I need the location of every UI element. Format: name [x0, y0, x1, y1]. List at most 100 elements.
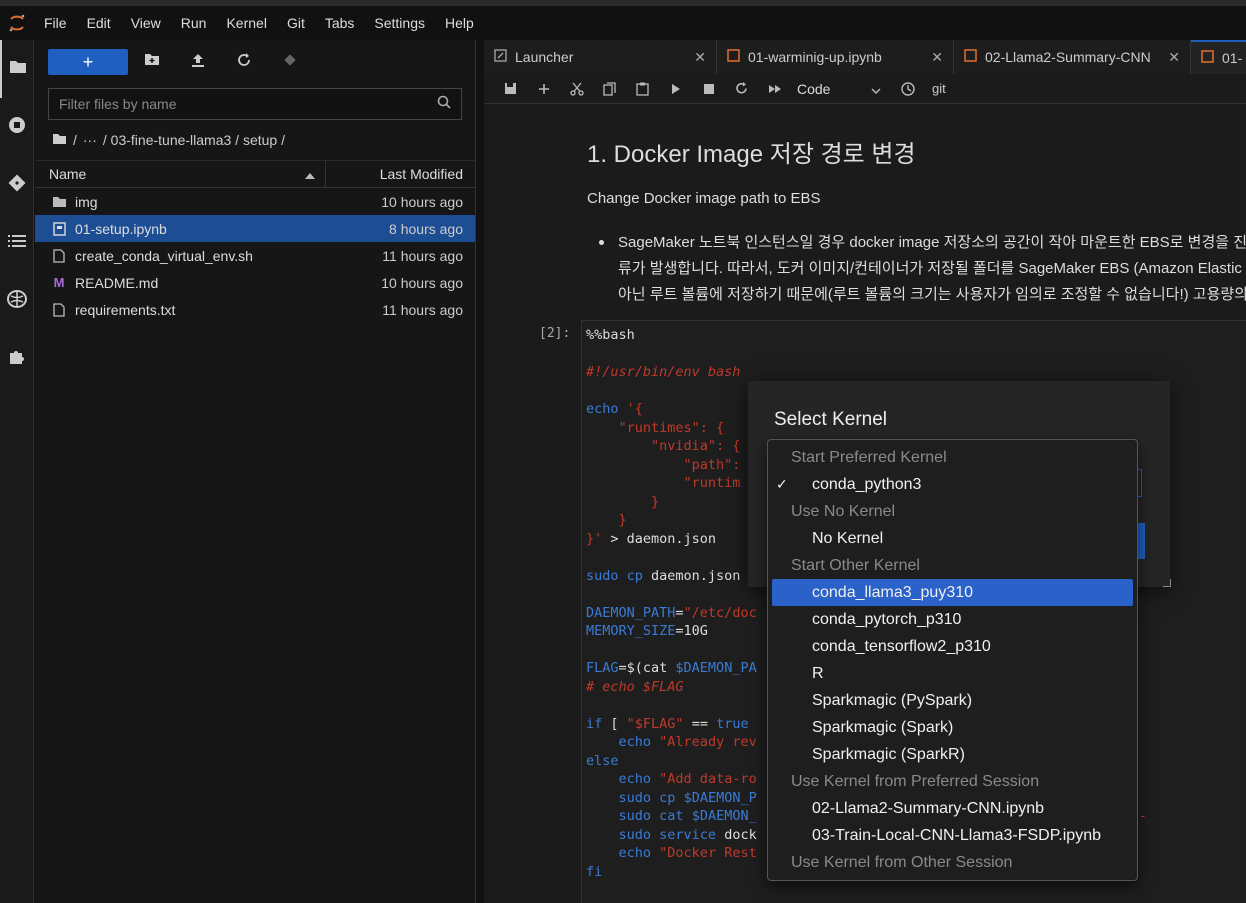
puzzle-icon [8, 348, 26, 371]
launcher-icon [494, 49, 507, 65]
option-conda-python3[interactable]: ✓ conda_python3 [772, 471, 1133, 498]
extensions-tab[interactable] [0, 330, 34, 388]
tab-label: 02-Llama2-Summary-CNN [985, 49, 1151, 65]
menu-file[interactable]: File [34, 6, 77, 40]
close-tab-icon[interactable]: ✕ [694, 49, 706, 66]
breadcrumb-path[interactable]: / 03-fine-tune-llama3 / setup / [103, 132, 285, 148]
menu-run[interactable]: Run [171, 6, 217, 40]
tab-warming-up[interactable]: 01-warminig-up.ipynb ✕ [717, 40, 954, 74]
code-line: else [586, 752, 619, 769]
paste-button[interactable] [626, 74, 659, 104]
file-row-readme[interactable]: M README.md 10 hours ago [35, 269, 475, 296]
option-sparkmagic-spark[interactable]: Sparkmagic (Spark) [772, 714, 1133, 741]
menu-settings[interactable]: Settings [364, 6, 435, 40]
bullet-line: 아닌 루트 볼륨에 저장하기 때문에(루트 볼륨의 크기는 사용자가 임의로 조… [618, 286, 1246, 303]
option-session-train-local[interactable]: 03-Train-Local-CNN-Llama3-FSDP.ipynb [772, 822, 1133, 849]
toc-tab[interactable] [0, 214, 34, 272]
code-line: "nvidia": { [586, 438, 741, 454]
run-all-button[interactable] [758, 74, 791, 104]
file-row-img[interactable]: img 10 hours ago [35, 188, 475, 215]
root-folder-icon[interactable] [52, 132, 67, 148]
save-button[interactable] [494, 74, 527, 104]
refresh-button[interactable] [221, 49, 267, 75]
menu-view[interactable]: View [121, 6, 171, 40]
git-clone-button[interactable] [267, 49, 313, 75]
close-tab-icon[interactable]: ✕ [1168, 49, 1180, 66]
option-conda-llama3-puy310[interactable]: conda_llama3_puy310 [772, 579, 1133, 606]
code-line: # echo $FLAG [586, 678, 684, 695]
new-launcher-button[interactable]: + [48, 49, 128, 75]
tab-current-notebook[interactable]: 01- [1191, 40, 1246, 74]
file-row-create-conda[interactable]: create_conda_virtual_env.sh 11 hours ago [35, 242, 475, 269]
file-browser-toolbar: + [35, 40, 475, 84]
group-start-other-kernel: Start Other Kernel [791, 557, 920, 574]
option-conda-tensorflow2-p310[interactable]: conda_tensorflow2_p310 [772, 633, 1133, 660]
cell-type-select[interactable]: Code [791, 81, 881, 97]
tab-llama2-summary[interactable]: 02-Llama2-Summary-CNN ✕ [954, 40, 1191, 74]
modified-column-header[interactable]: Last Modified [326, 166, 475, 182]
file-modified: 8 hours ago [389, 220, 463, 237]
stop-button[interactable] [692, 74, 725, 104]
breadcrumb-ellipsis[interactable]: ··· [83, 132, 97, 148]
menu-tabs[interactable]: Tabs [315, 6, 365, 40]
cut-button[interactable] [560, 74, 593, 104]
brain-icon [7, 289, 27, 313]
group-preferred-session: Use Kernel from Preferred Session [791, 773, 1040, 790]
upload-button[interactable] [175, 49, 221, 75]
file-row-01-setup[interactable]: 01-setup.ipynb 8 hours ago [35, 215, 475, 242]
tab-bar: Launcher ✕ 01-warminig-up.ipynb ✕ 02-Lla… [484, 40, 1246, 74]
resize-handle[interactable] [1163, 579, 1171, 587]
folder-icon [9, 59, 27, 79]
name-column-label: Name [49, 166, 87, 182]
menu-kernel[interactable]: Kernel [216, 6, 276, 40]
running-tab[interactable] [0, 98, 34, 156]
tab-label: Launcher [515, 49, 574, 65]
code-line: }' > daemon.json [586, 530, 717, 547]
option-conda-pytorch-p310[interactable]: conda_pytorch_p310 [772, 606, 1133, 633]
bullet-dot [599, 240, 604, 245]
insert-cell-button[interactable] [527, 74, 560, 104]
file-modified: 11 hours ago [382, 247, 463, 264]
code-line: echo "Docker Rest [618, 845, 757, 861]
option-session-llama2-summary[interactable]: 02-Llama2-Summary-CNN.ipynb [772, 795, 1133, 822]
cell-type-value: Code [797, 80, 831, 97]
name-column-header[interactable]: Name [35, 161, 326, 187]
code-line: echo '{ [586, 401, 643, 417]
breadcrumb: / ··· / 03-fine-tune-llama3 / setup / [35, 120, 475, 160]
close-tab-icon[interactable]: ✕ [931, 49, 943, 66]
code-line: } [586, 512, 627, 528]
dialog-title: Select Kernel [774, 409, 888, 430]
option-sparkmagic-sparkr[interactable]: Sparkmagic (SparkR) [772, 741, 1133, 768]
menu-edit[interactable]: Edit [77, 6, 121, 40]
code-line: %%bash [586, 327, 635, 343]
tab-launcher[interactable]: Launcher ✕ [484, 40, 717, 74]
activity-bar [0, 40, 34, 903]
file-modified: 11 hours ago [382, 301, 463, 318]
file-browser-tab[interactable] [0, 40, 34, 98]
ai-tab[interactable] [0, 272, 34, 330]
option-no-kernel[interactable]: No Kernel [772, 525, 1133, 552]
new-folder-button[interactable] [129, 49, 175, 75]
code-line: #!/usr/bin/env bash [586, 364, 741, 380]
code-line: if [ "$FLAG" == true [586, 715, 749, 732]
git-label[interactable]: git [932, 81, 946, 96]
restart-button[interactable] [725, 74, 758, 104]
option-sparkmagic-pyspark[interactable]: Sparkmagic (PySpark) [772, 687, 1133, 714]
file-icon [51, 248, 67, 264]
copy-button[interactable] [593, 74, 626, 104]
group-use-no-kernel: Use No Kernel [791, 503, 896, 520]
menu-git[interactable]: Git [277, 6, 315, 40]
filter-files-input[interactable] [59, 96, 419, 112]
file-row-requirements[interactable]: requirements.txt 11 hours ago [35, 296, 475, 323]
run-button[interactable] [659, 74, 692, 104]
code-line: "path": [586, 456, 741, 473]
history-button[interactable] [891, 74, 924, 104]
option-r[interactable]: R [772, 660, 1133, 687]
menu-help[interactable]: Help [435, 6, 484, 40]
bullet-line: SageMaker 노트북 인스턴스일 경우 docker image 저장소의… [618, 234, 1246, 251]
file-modified: 10 hours ago [381, 193, 463, 210]
breadcrumb-root[interactable]: / [73, 132, 77, 148]
git-tab[interactable] [0, 156, 34, 214]
code-line: "runtim [586, 475, 741, 491]
notebook-toolbar: Code git [484, 74, 1246, 104]
